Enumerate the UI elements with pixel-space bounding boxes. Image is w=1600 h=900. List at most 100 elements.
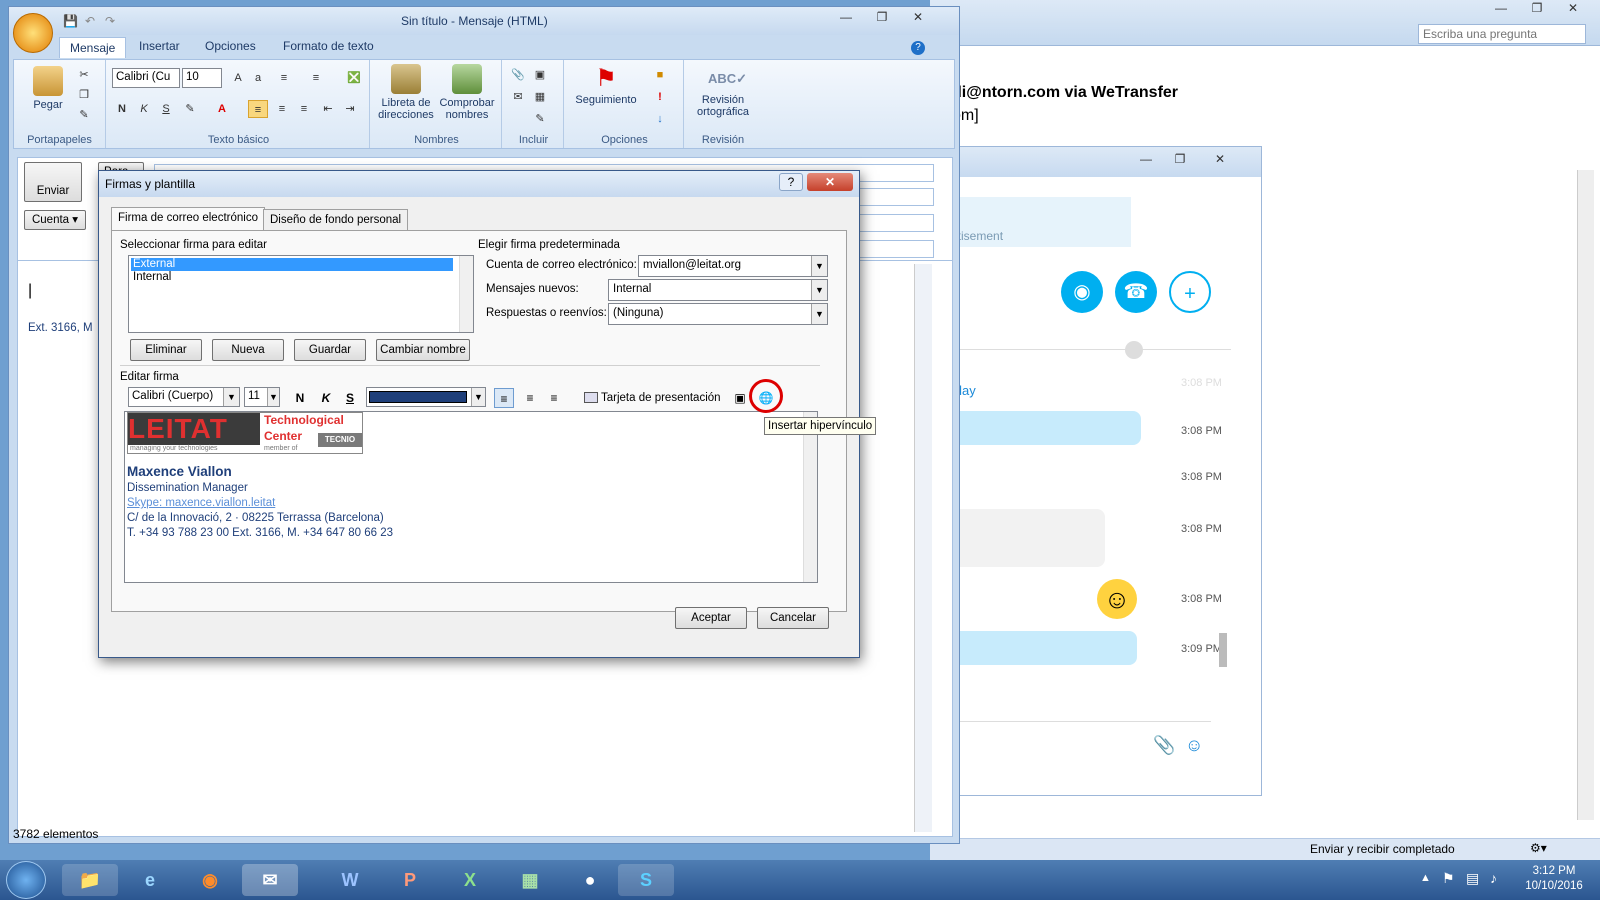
new-button[interactable]: Nueva — [212, 339, 284, 361]
help-icon[interactable]: ? — [911, 41, 925, 55]
spelling-button[interactable]: ABC✓ Revisión ortográfica — [688, 64, 758, 118]
restore-icon[interactable]: ❐ — [1520, 0, 1554, 17]
ok-button[interactable]: Aceptar — [675, 607, 747, 629]
rename-button[interactable]: Cambiar nombre — [376, 339, 470, 361]
font-color-select[interactable]: ▼ — [366, 387, 486, 407]
italic-icon[interactable]: K — [134, 100, 154, 118]
delete-button[interactable]: Eliminar — [130, 339, 202, 361]
new-messages-select[interactable]: Internal ▼ — [608, 279, 828, 301]
paste-button[interactable]: Pegar — [24, 66, 72, 111]
signature-icon[interactable]: ✎ — [530, 110, 550, 128]
volume-icon[interactable]: ♪ — [1490, 870, 1497, 886]
emoticon-icon[interactable]: ☺ — [1185, 735, 1203, 756]
numbering-icon[interactable]: ≡ — [306, 69, 326, 87]
word-icon[interactable]: W — [322, 864, 378, 896]
close-icon[interactable]: ✕ — [901, 9, 935, 26]
align-center-icon[interactable]: ≡ — [272, 100, 292, 118]
minimize-icon[interactable]: — — [829, 9, 863, 26]
skype-ad-banner[interactable]: vertisement — [941, 197, 1131, 247]
list-scrollbar[interactable] — [459, 256, 473, 332]
internet-explorer-icon[interactable]: e — [122, 864, 178, 896]
outlook-icon[interactable]: ✉ — [242, 864, 298, 896]
account-select[interactable]: mviallon@leitat.org ▼ — [638, 255, 828, 277]
decrease-indent-icon[interactable]: ⇤ — [318, 100, 338, 118]
firefox-icon[interactable]: ◉ — [182, 864, 238, 896]
powerpoint-icon[interactable]: P — [382, 864, 438, 896]
list-item[interactable]: External — [131, 258, 453, 271]
skype-minimize-icon[interactable]: — — [1129, 151, 1163, 168]
address-book-button[interactable]: Libreta de direcciones — [376, 64, 436, 121]
network-icon[interactable]: ▤ — [1466, 870, 1479, 887]
attach-file-icon[interactable]: 📎 — [508, 66, 528, 84]
office-button[interactable] — [13, 13, 53, 53]
save-button[interactable]: Guardar — [294, 339, 366, 361]
taskbar-clock[interactable]: 3:12 PM 10/10/2016 — [1514, 864, 1594, 894]
add-contact-icon[interactable]: + — [1169, 271, 1211, 313]
skype-restore-icon[interactable]: ❐ — [1163, 151, 1197, 168]
align-right-icon[interactable]: ≡ — [294, 100, 314, 118]
send-button[interactable]: Enviar — [24, 162, 82, 202]
gimp-icon[interactable]: ● — [562, 864, 618, 896]
low-importance-icon[interactable]: ↓ — [650, 110, 670, 128]
video-call-icon[interactable]: ◉ — [1061, 271, 1103, 313]
highlight-icon[interactable]: ✎ — [180, 100, 200, 118]
tab-insertar[interactable]: Insertar — [139, 39, 180, 53]
message-bubble[interactable] — [941, 411, 1141, 445]
editor-scrollbar[interactable] — [803, 412, 817, 582]
signature-size-select[interactable]: 11 ▼ — [244, 387, 280, 407]
tab-opciones[interactable]: Opciones — [205, 39, 256, 53]
business-card-icon[interactable]: ▣ — [530, 66, 550, 84]
bold-icon[interactable]: N — [112, 100, 132, 118]
categorize-icon[interactable]: ■ — [650, 66, 670, 84]
check-names-button[interactable]: Comprobar nombres — [436, 64, 498, 121]
chat-scrollbar[interactable] — [1219, 633, 1227, 667]
close-icon[interactable]: ✕ — [1556, 0, 1590, 17]
signature-list[interactable]: External Internal — [128, 255, 474, 333]
signature-skype-link[interactable]: Skype: maxence.viallon.leitat — [127, 497, 275, 509]
follow-up-button[interactable]: ⚑ Seguimiento — [570, 64, 642, 106]
shrink-font-icon[interactable]: a — [248, 69, 268, 87]
sync-icon[interactable]: ⚙▾ — [1530, 841, 1547, 855]
save-icon[interactable]: 💾 — [63, 14, 78, 28]
list-item[interactable]: Internal — [131, 271, 171, 284]
tab-email-signature[interactable]: Firma de correo electrónico — [111, 207, 265, 231]
start-button[interactable] — [6, 861, 46, 899]
help-search-input[interactable] — [1418, 24, 1586, 44]
replies-select[interactable]: (Ninguna) ▼ — [608, 303, 828, 325]
tab-personal-stationery[interactable]: Diseño de fondo personal — [263, 209, 409, 231]
tab-mensaje[interactable]: Mensaje — [59, 37, 127, 58]
reading-pane-scrollbar[interactable] — [1577, 170, 1594, 820]
message-bubble[interactable] — [941, 509, 1105, 567]
restore-icon[interactable]: ❐ — [865, 9, 899, 26]
excel-icon[interactable]: X — [442, 864, 498, 896]
italic-icon[interactable]: K — [316, 388, 336, 408]
underline-icon[interactable]: S — [340, 388, 360, 408]
align-left-icon[interactable]: ≡ — [494, 388, 514, 408]
voice-call-icon[interactable]: ☎ — [1115, 271, 1157, 313]
cut-icon[interactable]: ✂ — [74, 66, 94, 84]
align-right-icon[interactable]: ≡ — [544, 388, 564, 408]
copy-icon[interactable]: ❐ — [74, 86, 94, 104]
attach-icon[interactable]: 📎 — [1153, 735, 1175, 756]
action-center-icon[interactable]: ⚑ — [1442, 870, 1455, 887]
clear-format-icon[interactable]: ❎ — [344, 69, 364, 87]
minimize-icon[interactable]: — — [1484, 0, 1518, 17]
bullets-icon[interactable]: ≡ — [274, 69, 294, 87]
message-bubble[interactable] — [941, 631, 1137, 665]
redo-icon[interactable]: ↷ — [105, 14, 115, 28]
high-importance-icon[interactable]: ! — [650, 88, 670, 106]
font-name-select[interactable]: Calibri (Cu — [112, 68, 180, 88]
undo-icon[interactable]: ↶ — [85, 14, 95, 28]
align-center-icon[interactable]: ≡ — [520, 388, 540, 408]
insert-picture-icon[interactable]: ▣ — [730, 388, 750, 408]
help-button[interactable]: ? — [779, 173, 803, 191]
account-button[interactable]: Cuenta ▾ — [24, 210, 86, 230]
align-left-icon[interactable]: ≡ — [248, 100, 268, 118]
tab-formato-texto[interactable]: Formato de texto — [283, 39, 374, 53]
publisher-icon[interactable]: ▦ — [502, 864, 558, 896]
close-button[interactable]: ✕ — [807, 173, 853, 191]
calendar-icon[interactable]: ▦ — [530, 88, 550, 106]
increase-indent-icon[interactable]: ⇥ — [340, 100, 360, 118]
skype-close-icon[interactable]: ✕ — [1203, 151, 1237, 168]
font-size-select[interactable]: 10 — [182, 68, 222, 88]
